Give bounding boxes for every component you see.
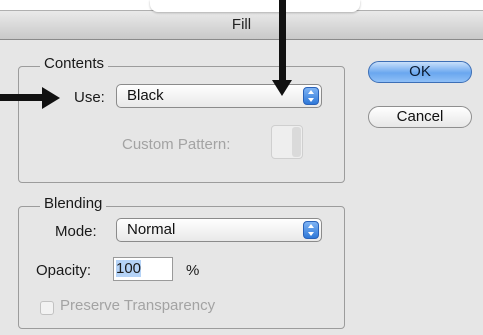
cancel-button[interactable]: Cancel [368,106,472,128]
pattern-picker-arrow-icon [292,127,301,157]
opacity-field[interactable]: 100 [113,257,173,281]
opacity-unit: % [186,262,200,279]
dropdown-stepper-icon [303,221,319,239]
contents-legend: Contents [40,55,109,72]
dialog-title: Fill [231,16,252,33]
opacity-value: 100 [116,260,142,277]
title-bar: Fill [0,10,483,40]
annotation-arrow-horizontal [0,94,46,101]
preserve-transparency-checkbox[interactable] [40,301,54,315]
preserve-transparency-label: Preserve Transparency [60,297,216,314]
arrow-down-icon [272,80,292,96]
mode-dropdown[interactable]: Normal [116,218,322,242]
custom-pattern-label: Custom Pattern: [122,136,231,153]
use-dropdown-value: Black [127,87,164,104]
top-overlay-shape [150,0,360,12]
fill-dialog: Fill Contents Use: Black Custom Pattern:… [0,0,483,335]
mode-label: Mode: [55,223,97,240]
blending-legend: Blending [40,195,107,212]
custom-pattern-picker [271,125,303,159]
opacity-label: Opacity: [36,262,92,279]
arrow-right-icon [42,87,60,109]
dropdown-stepper-icon [303,87,319,105]
annotation-arrow-vertical [279,0,286,84]
ok-button[interactable]: OK [368,61,472,83]
use-label: Use: [74,89,105,106]
mode-dropdown-value: Normal [127,221,176,238]
